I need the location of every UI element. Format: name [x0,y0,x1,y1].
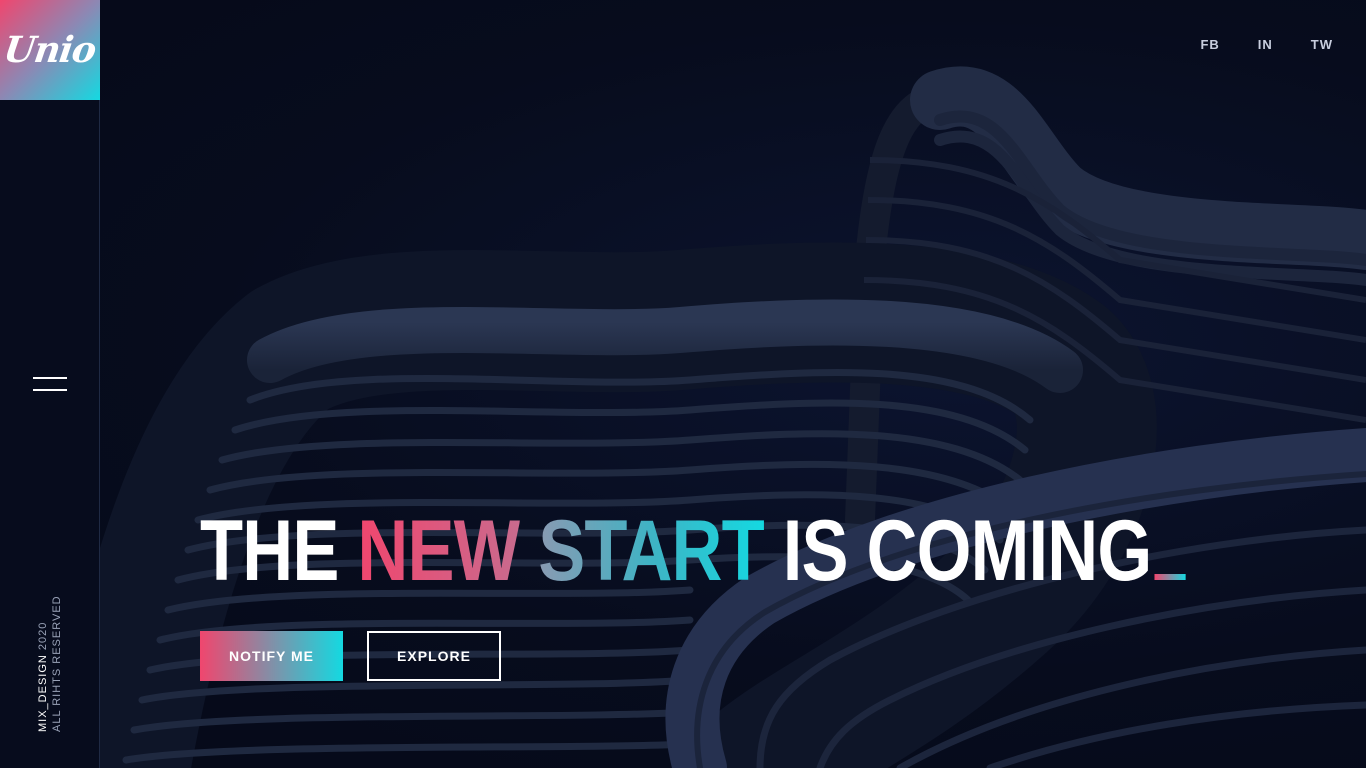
social-links: FB IN TW [1162,37,1333,52]
headline-word-the: THE [200,503,339,599]
social-link-twitter[interactable]: TW [1311,37,1333,52]
headline-word-start: START [538,503,765,599]
explore-button[interactable]: EXPLORE [367,631,501,681]
hero-section: Unio MIX_DESIGN 2020 ALL RIHTS RESERVED … [0,0,1366,768]
menu-line-bottom [33,389,67,391]
hero-actions: NOTIFY ME EXPLORE [200,631,501,681]
copyright-brand-line: MIX_DESIGN 2020 [36,595,50,732]
typing-cursor-bar [1154,574,1186,580]
social-link-instagram[interactable]: IN [1258,37,1273,52]
headline-word-is-coming: IS COMING [782,503,1153,599]
copyright-year: 2020 [37,621,49,651]
social-link-facebook[interactable]: FB [1200,37,1219,52]
notify-me-button[interactable]: NOTIFY ME [200,631,343,681]
copyright-text: ALL RIHTS RESERVED [51,595,63,732]
headline-word-new: NEW [357,503,520,599]
copyright-notice: MIX_DESIGN 2020 ALL RIHTS RESERVED [36,595,64,732]
menu-line-top [33,377,67,379]
logo[interactable]: Unio [0,0,100,100]
copyright-brand: MIX_DESIGN [37,654,49,732]
hamburger-menu-icon[interactable] [33,377,67,393]
hero-headline: THE NEW START IS COMING [200,503,1186,599]
sidebar: Unio MIX_DESIGN 2020 ALL RIHTS RESERVED [0,0,100,768]
logo-text: Unio [1,29,99,71]
